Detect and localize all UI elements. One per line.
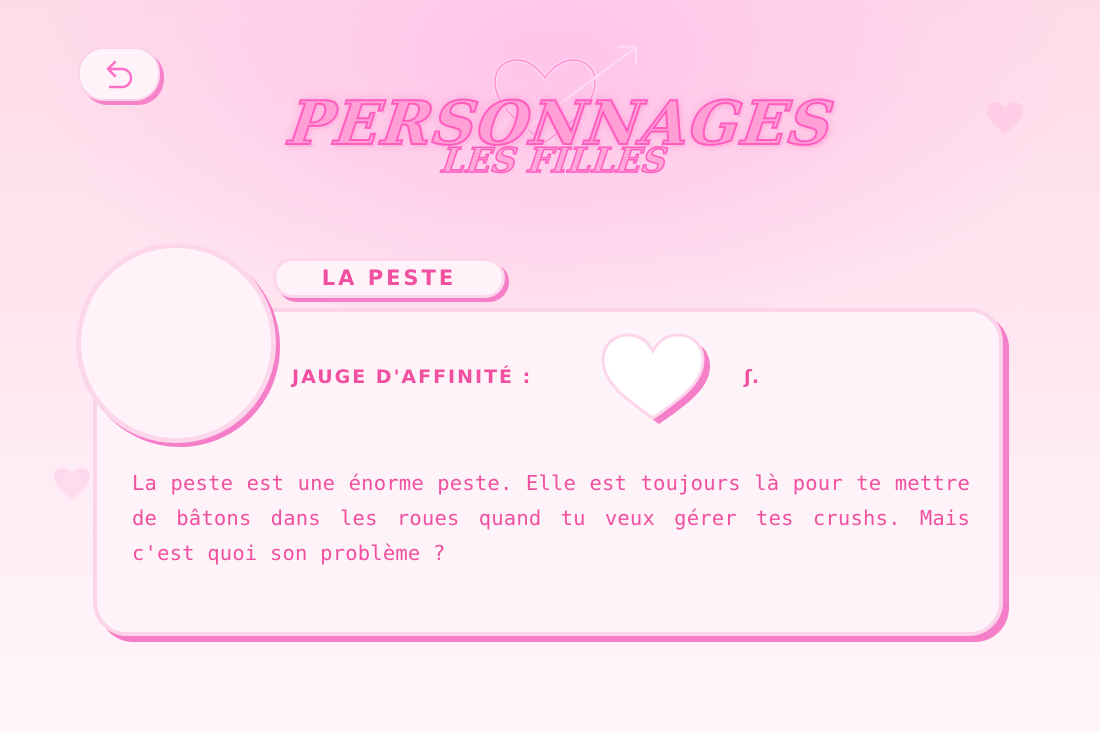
- back-arrow-icon: [106, 60, 133, 89]
- page-subtitle: LES FILLES: [439, 140, 671, 182]
- back-button[interactable]: [78, 47, 160, 101]
- character-description: La peste est une énorme peste. Elle est …: [132, 471, 970, 565]
- heart-icon: [601, 333, 710, 424]
- background-heart-icon: [54, 468, 90, 500]
- character-avatar: [76, 243, 276, 443]
- page-title-block: PERSONNAGES LES FILLES: [284, 38, 840, 188]
- character-name-tab: La peste: [273, 258, 505, 298]
- character-name: La peste: [321, 266, 457, 290]
- affinity-gauge-suffix: ʃ.: [744, 366, 760, 388]
- affinity-gauge-label: Jauge d'affinité :: [292, 366, 533, 388]
- background-heart-icon: [987, 102, 1023, 134]
